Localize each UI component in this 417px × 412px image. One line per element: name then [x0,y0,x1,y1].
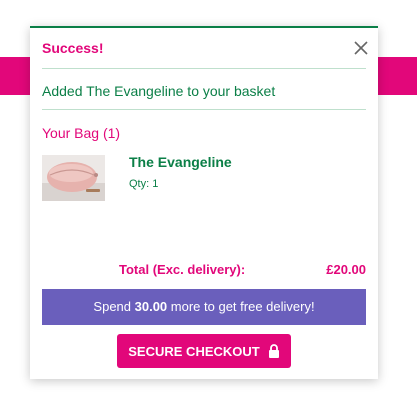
add-to-basket-modal: Success! Added The Evangeline to your ba… [30,26,378,379]
product-thumbnail-image [42,155,105,201]
product-name[interactable]: The Evangeline [129,154,232,170]
free-delivery-prefix: Spend [93,299,135,314]
close-button[interactable] [352,39,370,57]
bag-title: Your Bag (1) [42,125,121,141]
total-value: £20.00 [326,262,366,277]
modal-status-title: Success! [42,40,104,56]
product-quantity: Qty: 1 [129,178,159,190]
free-delivery-banner: Spend 30.00 more to get free delivery! [42,289,366,325]
secure-checkout-label: SECURE CHECKOUT [128,343,260,359]
lock-icon [268,344,279,358]
product-thumbnail[interactable] [42,155,105,201]
background-bottom [0,390,417,412]
free-delivery-amount: 30.00 [134,299,168,314]
total-label: Total (Exc. delivery): [119,262,246,277]
free-delivery-suffix: more to get free delivery! [167,299,315,314]
secure-checkout-button[interactable]: SECURE CHECKOUT [117,334,291,368]
divider [42,68,366,69]
divider [42,109,366,110]
added-to-basket-message: Added The Evangeline to your basket [42,83,276,99]
close-icon [354,41,368,55]
